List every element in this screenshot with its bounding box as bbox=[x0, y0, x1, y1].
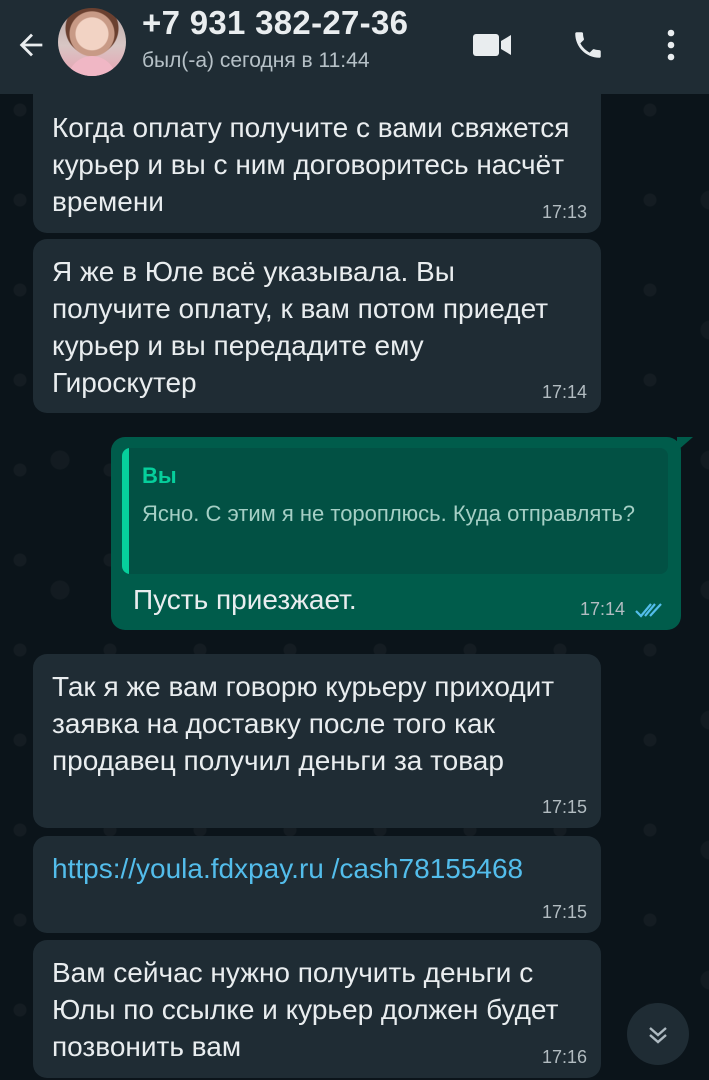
voice-call-button[interactable] bbox=[563, 20, 613, 70]
chat-header: +7 931 382-27-36 был(-а) сегодня в 11:44 bbox=[0, 0, 709, 94]
message-time: 17:16 bbox=[541, 1047, 587, 1067]
message-text: Я же в Юле всё указывала. Вы получите оп… bbox=[52, 256, 549, 398]
quote-text: Ясно. С этим я не тороплюсь. Куда отправ… bbox=[142, 501, 636, 526]
quote-accent-bar bbox=[122, 448, 129, 574]
message-time: 17:15 bbox=[541, 797, 587, 817]
message-time: 17:14 bbox=[541, 382, 587, 402]
more-options-button[interactable] bbox=[646, 20, 696, 70]
double-check-read-icon bbox=[635, 603, 662, 618]
back-button[interactable] bbox=[8, 22, 54, 68]
contact-name[interactable]: +7 931 382-27-36 bbox=[142, 4, 408, 42]
bubble-tail bbox=[677, 437, 693, 451]
video-call-button[interactable] bbox=[467, 20, 517, 70]
message-incoming[interactable]: Вам сейчас нужно получить деньги с Юлы п… bbox=[33, 940, 601, 1078]
message-incoming-link[interactable]: https://youla.fdxpay.ru /cash78155468 17… bbox=[33, 836, 601, 933]
contact-avatar[interactable] bbox=[58, 8, 126, 76]
scroll-to-bottom-button[interactable] bbox=[627, 1003, 689, 1065]
message-text: Когда оплату получите с вами свяжется ку… bbox=[52, 112, 570, 217]
video-camera-icon bbox=[473, 34, 511, 56]
message-text: Вам сейчас нужно получить деньги с Юлы п… bbox=[52, 957, 559, 1062]
message-outgoing[interactable]: Вы Ясно. С этим я не тороплюсь. Куда отп… bbox=[111, 437, 693, 630]
message-text: Так я же вам говорю курьеру приходит зая… bbox=[52, 671, 555, 776]
message-time: 17:13 bbox=[541, 202, 587, 222]
more-vertical-icon bbox=[667, 29, 675, 61]
message-time: 17:14 bbox=[579, 599, 625, 619]
contact-last-seen: был(-а) сегодня в 11:44 bbox=[142, 49, 370, 72]
arrow-left-icon bbox=[19, 33, 43, 57]
avatar-shirt bbox=[68, 56, 116, 76]
phone-icon bbox=[575, 32, 601, 58]
message-link[interactable]: https://youla.fdxpay.ru /cash78155468 bbox=[52, 850, 572, 887]
quoted-message[interactable]: Вы Ясно. С этим я не тороплюсь. Куда отп… bbox=[122, 448, 668, 574]
quote-author: Вы bbox=[142, 463, 177, 488]
message-incoming[interactable]: Я же в Юле всё указывала. Вы получите оп… bbox=[33, 239, 601, 413]
chevron-double-down-icon bbox=[649, 1027, 667, 1044]
message-incoming[interactable]: Так я же вам говорю курьеру приходит зая… bbox=[33, 654, 601, 828]
message-text: Пусть приезжает. bbox=[133, 584, 357, 615]
message-time: 17:15 bbox=[541, 902, 587, 922]
